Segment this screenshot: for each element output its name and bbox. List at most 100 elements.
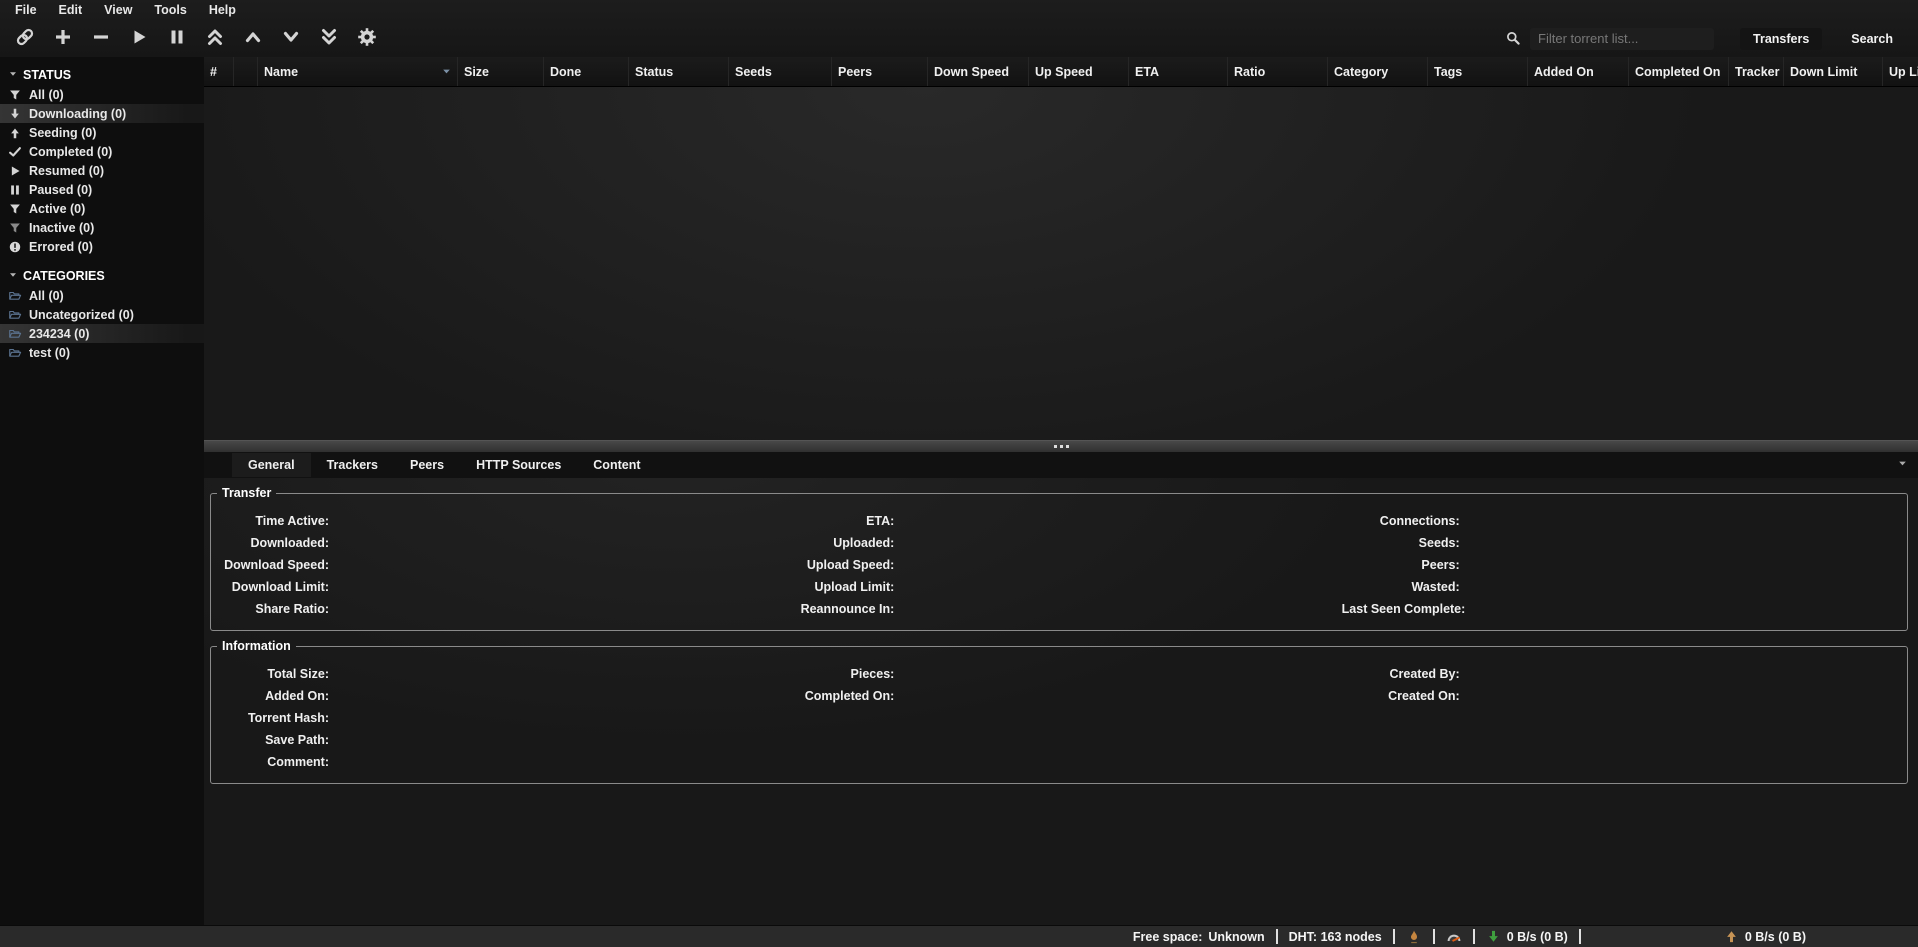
status-header[interactable]: STATUS [0,65,204,85]
detail-tab-peers[interactable]: Peers [394,453,460,477]
status-item-paused[interactable]: Paused (0) [0,180,204,199]
torrent-list-empty[interactable] [204,87,1918,440]
bottom-priority-button[interactable] [314,25,344,53]
status-item-completed[interactable]: Completed (0) [0,142,204,161]
column-up-speed[interactable]: Up Speed [1029,57,1129,86]
detail-field-label: Upload Limit: [776,580,894,594]
filter-label: Paused (0) [29,183,92,197]
transfer-field-connections: Connections: [1342,510,1907,532]
column-eta[interactable]: ETA [1129,57,1228,86]
tab-search[interactable]: Search [1838,28,1906,50]
column-label: Up Speed [1035,65,1093,79]
column-size[interactable]: Size [458,57,544,86]
column-priority[interactable]: # [204,57,234,86]
filter-label: All (0) [29,289,64,303]
upload-speed[interactable]: 0 B/s (0 B) [1724,929,1806,944]
detail-tab-trackers[interactable]: Trackers [311,453,394,477]
column-tags[interactable]: Tags [1428,57,1528,86]
column-category[interactable]: Category [1328,57,1428,86]
status-item-downloading[interactable]: Downloading (0) [0,104,204,123]
detail-tabs-menu-button[interactable] [1897,458,1908,472]
column-completed-on[interactable]: Completed On [1629,57,1729,86]
add-torrent-file-button[interactable] [48,25,78,53]
column-up-limit[interactable]: Up Limit [1883,57,1918,86]
information-field-completed-on: Completed On: [776,685,1341,707]
main-area: #NameSizeDoneStatusSeedsPeersDown SpeedU… [204,57,1918,925]
column-added-on[interactable]: Added On [1528,57,1629,86]
tab-transfers[interactable]: Transfers [1740,28,1822,50]
detail-field-label: Download Limit: [211,580,329,594]
top-priority-button[interactable] [200,25,230,53]
category-item-234234[interactable]: 234234 (0) [0,324,204,343]
column-ratio[interactable]: Ratio [1228,57,1328,86]
pause-icon [167,27,187,50]
column-down-limit[interactable]: Down Limit [1784,57,1883,86]
statusbar-separator [1393,929,1395,944]
menu-view[interactable]: View [93,3,143,17]
menu-edit[interactable]: Edit [48,3,94,17]
download-speed[interactable]: 0 B/s (0 B) [1486,929,1568,944]
column-done[interactable]: Done [544,57,629,86]
panel-splitter[interactable] [204,440,1918,452]
menu-help[interactable]: Help [198,3,247,17]
column-label: Up Limit [1889,65,1918,79]
information-field-comment: Comment: [211,751,776,773]
detail-field-label: Created On: [1342,689,1460,703]
transfer-field-uploaded: Uploaded: [776,532,1341,554]
column-peers[interactable]: Peers [832,57,928,86]
status-item-errored[interactable]: Errored (0) [0,237,204,256]
up-arrow-icon [7,125,23,141]
torrent-table-header: # NameSizeDoneStatusSeedsPeersDown Speed U… [204,57,1918,87]
menubar: FileEditViewToolsHelp [0,0,1918,20]
transfer-field-peers: Peers: [1342,554,1907,576]
filter-label: Uncategorized (0) [29,308,134,322]
column-label: Category [1334,65,1388,79]
detail-field-label: Comment: [211,755,329,769]
status-item-inactive[interactable]: Inactive (0) [0,218,204,237]
folder-icon [7,326,23,342]
category-item-test[interactable]: test (0) [0,343,204,362]
menu-tools[interactable]: Tools [143,3,197,17]
detail-field-label: Peers: [1342,558,1460,572]
category-item-uncategorized[interactable]: Uncategorized (0) [0,305,204,324]
folder-icon [7,288,23,304]
connection-status-icon[interactable] [1406,929,1422,945]
category-item-all[interactable]: All (0) [0,286,204,305]
column-seeds[interactable]: Seeds [729,57,832,86]
detail-tab-content[interactable]: Content [577,453,656,477]
status-header-label: STATUS [23,68,71,82]
menu-file[interactable]: File [4,3,48,17]
column-name[interactable]: Name [258,57,458,86]
status-item-resumed[interactable]: Resumed (0) [0,161,204,180]
decrease-priority-button[interactable] [276,25,306,53]
increase-priority-button[interactable] [238,25,268,53]
resume-button[interactable] [124,25,154,53]
statusbar-speed-text: 0 B/s (0 B) [1745,930,1806,944]
detail-tab-general[interactable]: General [232,453,311,477]
status-item-seeding[interactable]: Seeding (0) [0,123,204,142]
flame-icon [1406,929,1422,945]
column-tracker[interactable]: Tracker [1729,57,1784,86]
category-header[interactable]: CATEGORIES [0,266,204,286]
detail-field-label: Total Size: [211,667,329,681]
pause-button[interactable] [162,25,192,53]
filter-torrent-input[interactable] [1530,28,1714,50]
column-status-icon[interactable] [234,57,258,86]
status-item-active[interactable]: Active (0) [0,199,204,218]
detail-tab-http-sources[interactable]: HTTP Sources [460,453,577,477]
add-torrent-link-button[interactable] [10,25,40,53]
transfer-field-upload-speed: Upload Speed: [776,554,1341,576]
status-filter-group: STATUS All (0)Downloading (0)Seeding (0)C… [0,65,204,256]
filter-label: test (0) [29,346,70,360]
options-button[interactable] [352,25,382,53]
play-icon [129,27,149,50]
column-status[interactable]: Status [629,57,729,86]
toolbar-buttons [10,25,382,53]
statusbar: Free space:UnknownDHT: 163 nodes0 B/s (0… [0,925,1918,947]
detail-field-label: Pieces: [776,667,894,681]
column-down-speed[interactable]: Down Speed [928,57,1029,86]
status-item-all[interactable]: All (0) [0,85,204,104]
delete-torrent-button[interactable] [86,25,116,53]
transfer-field-eta: ETA: [776,510,1341,532]
alt-speed-limits-icon[interactable] [1446,929,1462,945]
